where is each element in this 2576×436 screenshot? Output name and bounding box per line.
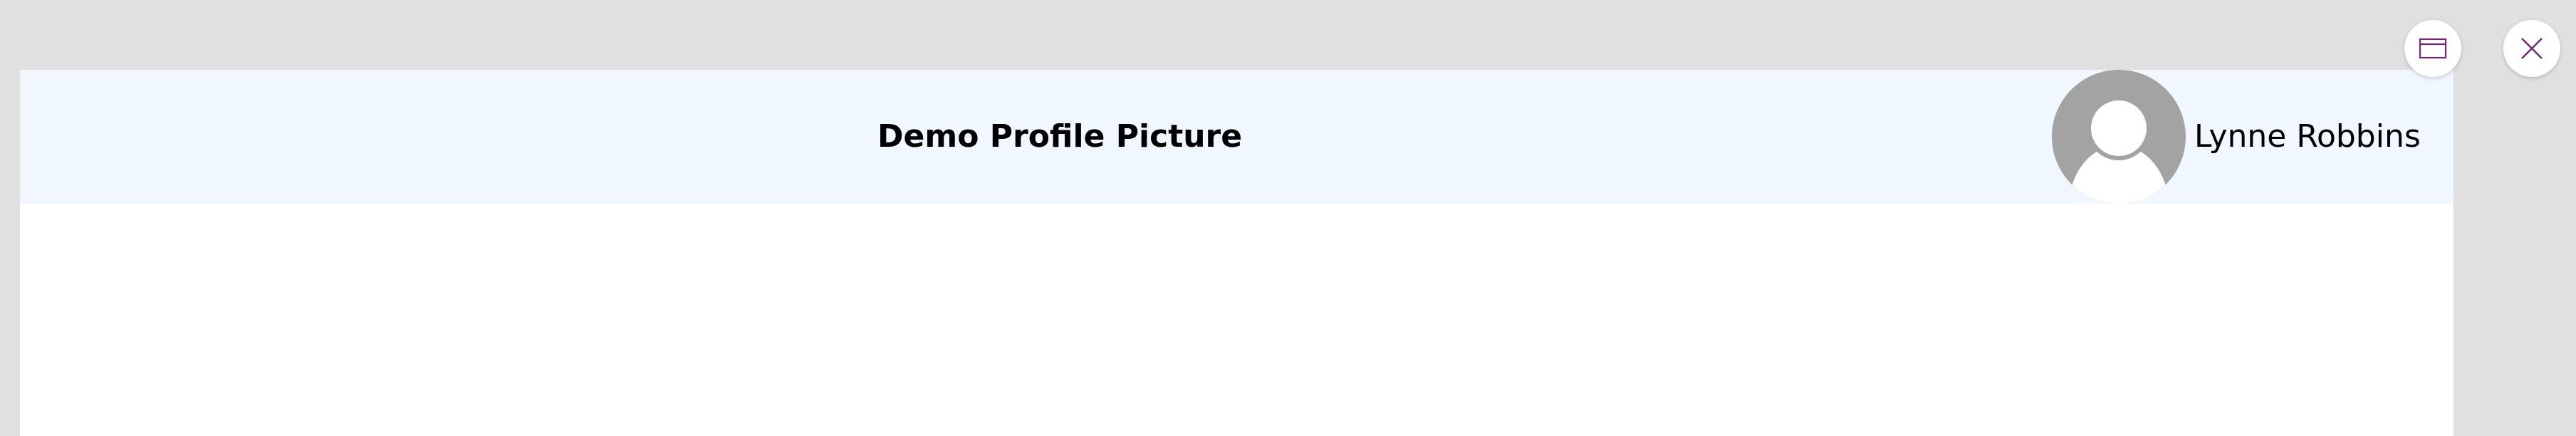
user-name: Lynne Robbins — [2194, 118, 2421, 155]
person-placeholder-icon — [2069, 96, 2169, 204]
app-frame: Demo Profile Picture Lynne Robbins — [20, 70, 2454, 436]
profile-picture — [2052, 70, 2186, 204]
header-bar: Demo Profile Picture Lynne Robbins — [20, 70, 2454, 204]
close-icon — [2521, 38, 2543, 59]
window-icon — [2419, 38, 2447, 59]
page-title: Demo Profile Picture — [877, 118, 1243, 155]
close-button[interactable] — [2503, 20, 2560, 77]
window-button[interactable] — [2404, 20, 2461, 77]
